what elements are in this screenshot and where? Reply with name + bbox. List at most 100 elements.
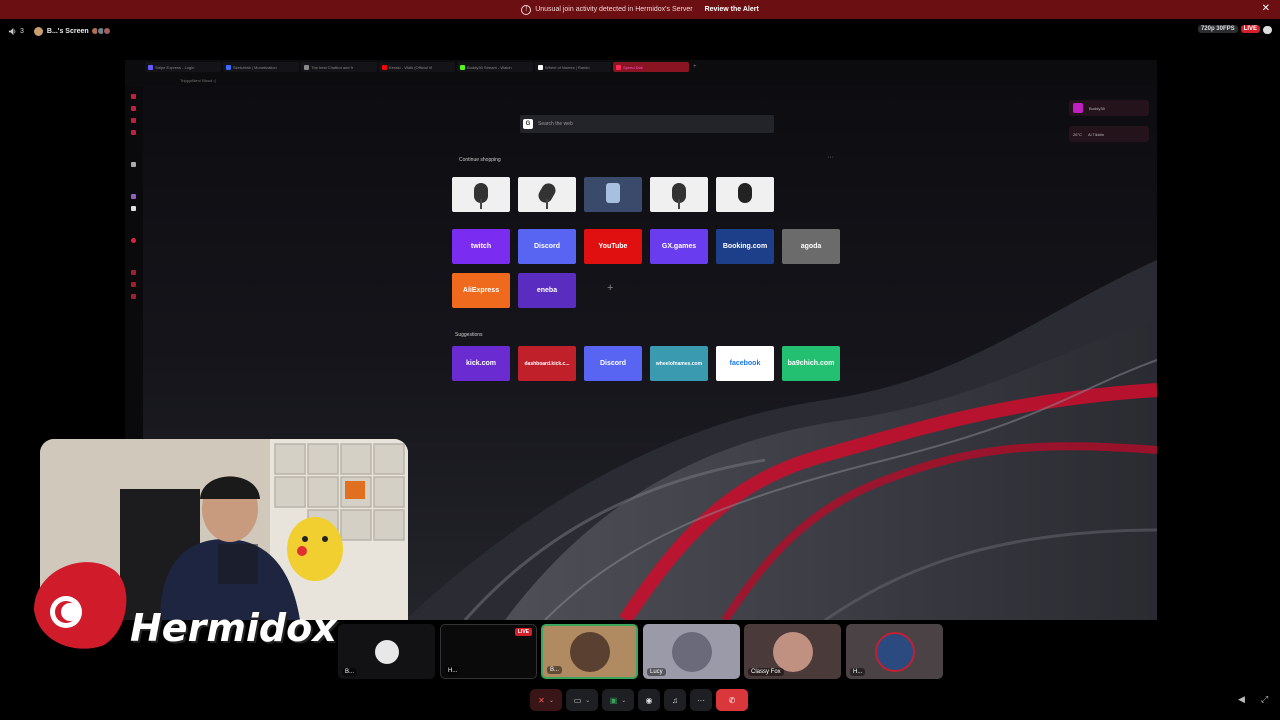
participant-tile[interactable]: Lucy	[643, 624, 740, 679]
speed-dial-tile[interactable]: AliExpress	[452, 273, 510, 308]
quality-badge: 720p 30FPS	[1197, 25, 1238, 33]
tab-favicon-icon	[538, 64, 543, 70]
tab-label: Speed Dial	[623, 64, 643, 70]
participant-tile[interactable]: LIVE H...	[440, 624, 537, 679]
weather-widget[interactable]: 26°C Al Tikidin	[1069, 126, 1149, 142]
review-alert-button[interactable]: Review the Alert	[705, 6, 759, 13]
sidebar-item[interactable]	[131, 282, 136, 287]
shop-tile[interactable]	[584, 177, 642, 212]
tab-favicon-icon	[148, 64, 153, 70]
soundboard-button[interactable]: ♫	[664, 689, 686, 711]
suggestion-tile[interactable]: wheelofnames.com	[650, 346, 708, 381]
chevron-down-icon: ⌄	[548, 697, 554, 704]
speed-dial-tile[interactable]: GX.games	[650, 229, 708, 264]
tab-label: Buddy30 Stream - Watch	[467, 64, 512, 70]
sidebar-item[interactable]	[131, 206, 136, 211]
music-title: Buddy35	[1089, 105, 1105, 111]
tab-label: Kerato - Walk (Official Vi	[389, 64, 433, 70]
participant-name: B...	[342, 668, 358, 676]
shop-tile[interactable]	[650, 177, 708, 212]
shop-tile[interactable]	[452, 177, 510, 212]
speed-dial-tile[interactable]: Booking.com	[716, 229, 774, 264]
avatar	[874, 631, 915, 672]
search-input[interactable]: G Search the web	[520, 115, 774, 133]
search-placeholder: Search the web	[538, 121, 573, 127]
participant-tile[interactable]: B...	[338, 624, 435, 679]
suggestion-tile[interactable]: kick.com	[452, 346, 510, 381]
more-icon: ···	[697, 695, 705, 705]
speed-dial-tile[interactable]: YouTube	[584, 229, 642, 264]
sidebar-item[interactable]	[131, 118, 136, 123]
screen-share-button[interactable]: ▣ ⌄	[602, 689, 634, 711]
browser-tab[interactable]: Wheel of Names | Rando	[535, 62, 611, 72]
viewer-avatars[interactable]	[90, 27, 111, 35]
participant-name: B...	[547, 666, 563, 674]
chevron-down-icon: ⌄	[585, 697, 591, 704]
browser-tab[interactable]: Sketchfab | Monetization	[223, 62, 299, 72]
music-icon	[1073, 103, 1083, 113]
weather-temp: 26°C	[1073, 131, 1082, 137]
sidebar-item[interactable]	[131, 162, 136, 167]
tab-label: Sketchfab | Monetization	[233, 64, 277, 70]
address-bar[interactable]: TrippyAlien/ Blood :(	[125, 74, 1157, 86]
sidebar-item[interactable]	[131, 238, 136, 243]
chat-icon[interactable]	[1263, 26, 1272, 34]
volume-icon[interactable]: ◀	[1238, 694, 1248, 704]
camera-button[interactable]: ▭ ⌄	[566, 689, 598, 711]
close-icon[interactable]: ✕	[1262, 3, 1270, 14]
suggestion-tile[interactable]: Discord	[584, 346, 642, 381]
avatar	[102, 27, 111, 35]
mute-button[interactable]: ✕ ⌄	[530, 689, 562, 711]
sidebar-item[interactable]	[131, 194, 136, 199]
screen-title[interactable]: B...'s Screen	[47, 28, 89, 35]
participant-name: H...	[850, 668, 866, 676]
participant-tile[interactable]: H...	[846, 624, 943, 679]
browser-tabbar: Stripe Express - Login Sketchfab | Moneti…	[125, 60, 1157, 74]
participant-name: H...	[445, 667, 461, 675]
browser-tab[interactable]: Kerato - Walk (Official Vi	[379, 62, 455, 72]
speaker-icon[interactable]	[8, 27, 17, 36]
speed-dial-tile[interactable]: agoda	[782, 229, 840, 264]
suggestion-tile[interactable]: ba9chich.com	[782, 346, 840, 381]
sidebar-item[interactable]	[131, 106, 136, 111]
participant-tile[interactable]: B...	[541, 624, 638, 679]
sidebar-item[interactable]	[131, 294, 136, 299]
speed-dial-tile[interactable]: Discord	[518, 229, 576, 264]
tab-label: The best Chatbot and fr	[311, 64, 354, 70]
new-tab-button[interactable]: +	[693, 64, 697, 70]
avatar	[569, 631, 610, 672]
mic-muted-icon: ✕	[538, 695, 545, 705]
sidebar-item[interactable]	[131, 270, 136, 275]
leave-call-button[interactable]: ✆	[716, 689, 748, 711]
sidebar-item[interactable]	[131, 94, 136, 99]
more-icon[interactable]: ···	[827, 154, 834, 161]
add-speed-dial-button[interactable]: +	[607, 282, 613, 294]
call-controls: ✕ ⌄ ▭ ⌄ ▣ ⌄ ◉ ♫ ··· ✆	[530, 688, 748, 712]
tab-favicon-icon	[616, 64, 621, 70]
browser-tab[interactable]: The best Chatbot and fr	[301, 62, 377, 72]
speed-dial-tile[interactable]: twitch	[452, 229, 510, 264]
tab-favicon-icon	[304, 64, 309, 70]
suggestion-tile[interactable]: dashboard.kick.c...	[518, 346, 576, 381]
fullscreen-icon[interactable]: ⤢	[1261, 694, 1271, 704]
gamepad-icon: ◉	[645, 695, 653, 705]
browser-tab[interactable]: Stripe Express - Login	[145, 62, 221, 72]
suggestion-tile[interactable]: facebook	[716, 346, 774, 381]
warning-icon: !	[521, 4, 532, 15]
chevron-down-icon: ⌄	[621, 697, 627, 704]
music-widget[interactable]: Buddy35	[1069, 100, 1149, 116]
speed-dial-tile[interactable]: eneba	[518, 273, 576, 308]
activity-button[interactable]: ◉	[638, 689, 660, 711]
alert-message: Unusual join activity detected in Hermid…	[535, 6, 693, 13]
sidebar-item[interactable]	[131, 130, 136, 135]
browser-tab[interactable]: Buddy30 Stream - Watch	[457, 62, 533, 72]
weather-location: Al Tikidin	[1087, 131, 1104, 137]
shop-tile[interactable]	[716, 177, 774, 212]
call-view: ! Unusual join activity detected in Herm…	[0, 0, 1280, 720]
browser-tab[interactable]: Speed Dial	[613, 62, 689, 72]
tab-favicon-icon	[460, 64, 465, 70]
participant-tile[interactable]: Classy Fox	[744, 624, 841, 679]
more-button[interactable]: ···	[690, 689, 712, 711]
shop-tile[interactable]	[518, 177, 576, 212]
address-text: TrippyAlien/ Blood :(	[180, 77, 216, 83]
